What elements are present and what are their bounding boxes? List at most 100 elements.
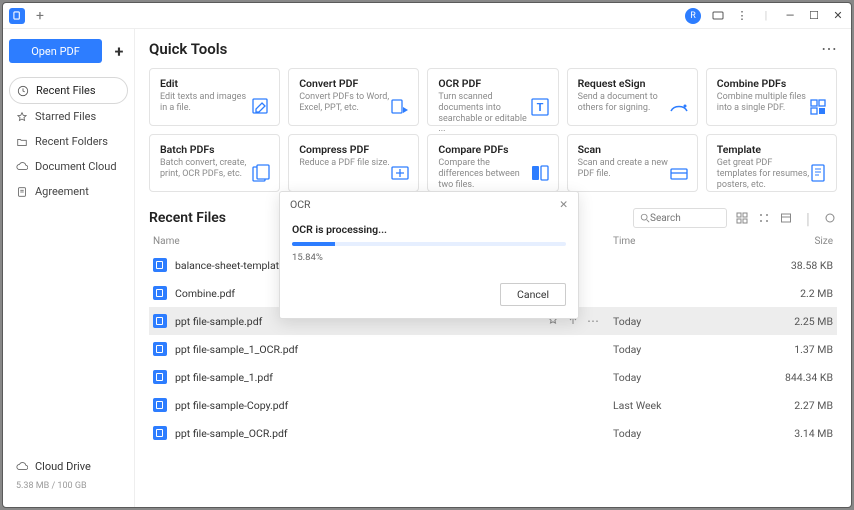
file-name: ppt file-sample_OCR.pdf [175, 427, 613, 440]
tool-desc: Get great PDF templates for resumes, pos… [717, 158, 812, 190]
cancel-button[interactable]: Cancel [500, 283, 566, 306]
more-icon[interactable]: ⋯ [587, 314, 599, 328]
clock-icon [17, 85, 29, 97]
open-pdf-button[interactable]: Open PDF [9, 39, 102, 63]
modal-close-button[interactable]: ✕ [559, 198, 568, 211]
file-time: Today [613, 343, 763, 356]
maximize-button[interactable]: ☐ [807, 9, 821, 23]
tool-card-request-esign[interactable]: Request eSignSend a document to others f… [567, 68, 698, 126]
tool-icon [808, 163, 828, 183]
list-view-icon[interactable] [735, 211, 749, 225]
kebab-menu-icon[interactable]: ⋮ [735, 9, 749, 23]
progress-bar [292, 242, 566, 246]
file-name: ppt file-sample_1_OCR.pdf [175, 343, 613, 356]
search-box[interactable] [633, 208, 727, 228]
modal-title: OCR [290, 198, 311, 211]
sidebar-item-label: Recent Folders [35, 135, 108, 148]
cloud-drive-link[interactable]: Cloud Drive [9, 454, 128, 479]
star-icon [16, 111, 28, 123]
svg-text:T: T [536, 101, 543, 114]
tool-card-template[interactable]: Template Get great PDF templates for resu… [706, 134, 837, 192]
pdf-file-icon [153, 426, 167, 440]
minimize-button[interactable]: — [783, 9, 797, 23]
file-size: 3.14 MB [763, 427, 833, 440]
chat-icon[interactable] [711, 9, 725, 23]
doc-icon [16, 186, 28, 198]
tool-desc: Turn scanned documents into searchable o… [438, 92, 533, 135]
divider: | [801, 211, 815, 225]
recent-files-title: Recent Files [149, 210, 226, 226]
search-input[interactable] [650, 213, 720, 224]
ocr-modal: OCR ✕ OCR is processing... 15.84% Cancel [279, 191, 579, 319]
titlebar-controls: R ⋮ | — ☐ ✕ [685, 8, 845, 24]
divider: | [759, 9, 773, 23]
grid-view-icon[interactable] [757, 211, 771, 225]
tool-card-ocr-pdf[interactable]: OCR PDFTurn scanned documents into searc… [427, 68, 558, 126]
tool-icon: T [530, 97, 550, 117]
tool-desc: Edit texts and images in a file. [160, 92, 255, 114]
tool-card-edit[interactable]: EditEdit texts and images in a file. [149, 68, 280, 126]
calendar-icon[interactable] [779, 211, 793, 225]
sidebar-item-recent-folders[interactable]: Recent Folders [9, 129, 128, 154]
quick-tools-more-icon[interactable]: ⋯ [821, 39, 837, 58]
app-window: + R ⋮ | — ☐ ✕ Open PDF + Recent Files Sta… [2, 2, 852, 508]
file-size: 2.27 MB [763, 399, 833, 412]
tool-title: Template [717, 143, 826, 156]
tool-desc: Batch convert, create, print, OCR PDFs, … [160, 158, 255, 180]
refresh-icon[interactable] [823, 211, 837, 225]
new-tab-button[interactable]: + [33, 9, 47, 23]
close-button[interactable]: ✕ [831, 9, 845, 23]
add-button[interactable]: + [110, 42, 128, 60]
sidebar-item-label: Document Cloud [35, 160, 117, 173]
sidebar-item-label: Starred Files [35, 110, 96, 123]
pdf-file-icon [153, 398, 167, 412]
tool-card-batch-pdfs[interactable]: Batch PDFsBatch convert, create, print, … [149, 134, 280, 192]
file-size: 2.2 MB [763, 287, 833, 300]
quick-tools-grid: EditEdit texts and images in a file.Conv… [149, 68, 837, 192]
tool-card-convert-pdf[interactable]: Convert PDFConvert PDFs to Word, Excel, … [288, 68, 419, 126]
tool-card-compare-pdfs[interactable]: Compare PDFs Compare the differences betw… [427, 134, 558, 192]
tool-desc: Compare the differences between two file… [438, 158, 533, 190]
sidebar-item-label: Agreement [35, 185, 89, 198]
cloud-icon [16, 161, 28, 173]
tool-title: Combine PDFs [717, 77, 826, 90]
tool-icon [390, 97, 410, 117]
sidebar-item-recent-files[interactable]: Recent Files [9, 77, 128, 104]
folder-icon [16, 136, 28, 148]
app-logo-icon [9, 8, 25, 24]
file-row[interactable]: ppt file-sample_1.pdfToday844.34 KB [149, 363, 837, 391]
file-name: ppt file-sample-Copy.pdf [175, 399, 613, 412]
sidebar: Open PDF + Recent Files Starred Files Rece… [3, 29, 135, 507]
sidebar-item-starred-files[interactable]: Starred Files [9, 104, 128, 129]
file-row[interactable]: ppt file-sample_1_OCR.pdfToday1.37 MB [149, 335, 837, 363]
sidebar-item-document-cloud[interactable]: Document Cloud [9, 154, 128, 179]
col-time: Time [613, 236, 763, 247]
file-size: 1.37 MB [763, 343, 833, 356]
tool-icon [530, 163, 550, 183]
pdf-file-icon [153, 342, 167, 356]
tool-card-compress-pdf[interactable]: Compress PDFReduce a PDF file size. [288, 134, 419, 192]
tool-title: Convert PDF [299, 77, 408, 90]
file-row[interactable]: ppt file-sample_OCR.pdfToday3.14 MB [149, 419, 837, 447]
file-time: Today [613, 315, 763, 328]
titlebar: + R ⋮ | — ☐ ✕ [3, 3, 851, 29]
progress-fill [292, 242, 335, 246]
pdf-file-icon [153, 370, 167, 384]
sidebar-item-agreement[interactable]: Agreement [9, 179, 128, 204]
tool-icon [669, 97, 689, 117]
tool-title: Request eSign [578, 77, 687, 90]
user-avatar[interactable]: R [685, 8, 701, 24]
pdf-file-icon [153, 258, 167, 272]
tool-icon [390, 163, 410, 183]
tool-title: Compare PDFs [438, 143, 547, 156]
pdf-file-icon [153, 314, 167, 328]
file-row[interactable]: ppt file-sample-Copy.pdfLast Week2.27 MB [149, 391, 837, 419]
tool-card-scan[interactable]: ScanScan and create a new PDF file. [567, 134, 698, 192]
cloud-icon [16, 461, 28, 473]
tool-title: Compress PDF [299, 143, 408, 156]
tool-desc: Combine multiple files into a single PDF… [717, 92, 812, 114]
file-size: 2.25 MB [763, 315, 833, 328]
storage-text: 5.38 MB / 100 GB [9, 479, 128, 497]
tool-card-combine-pdfs[interactable]: Combine PDFs Combine multiple files into … [706, 68, 837, 126]
file-size: 38.58 KB [763, 259, 833, 272]
